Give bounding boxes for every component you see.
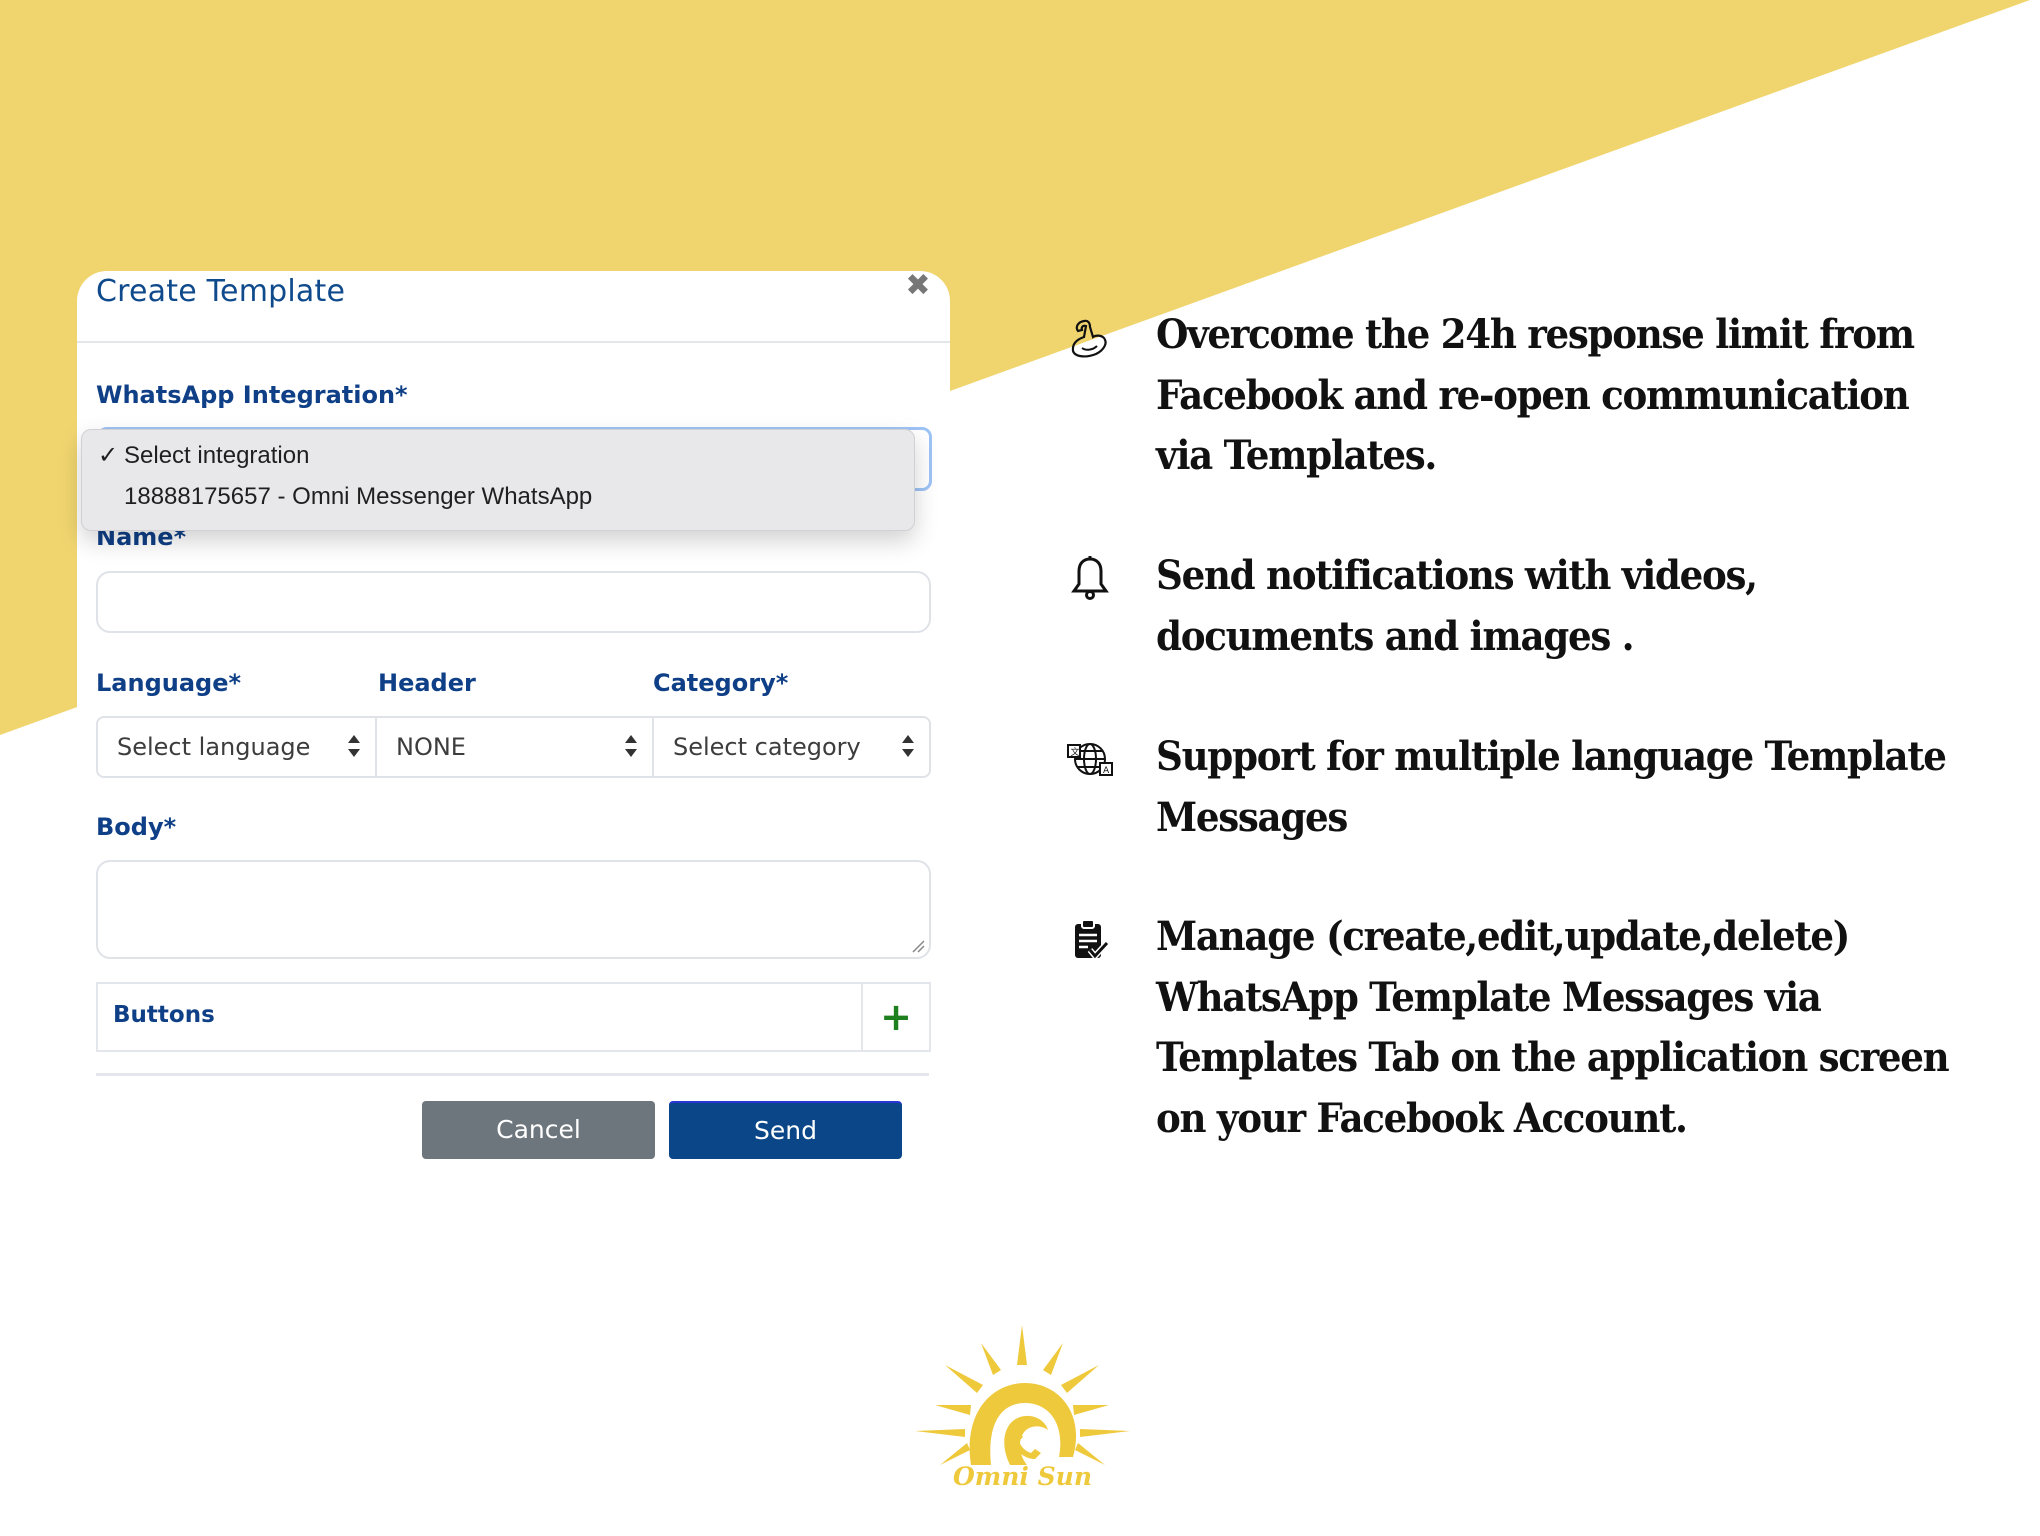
- feature-line: Manage (create,edit,update,delete): [1156, 913, 1850, 960]
- feature-line: Send notifications with videos,: [1156, 552, 1758, 599]
- checkmark-icon: ✓: [98, 442, 119, 469]
- clipboard-check-icon: [1075, 919, 1110, 961]
- body-textarea[interactable]: [96, 860, 931, 959]
- sort-arrows-icon: [625, 735, 637, 757]
- sort-arrows-icon: [348, 735, 360, 757]
- dropdown-option-omni-messenger[interactable]: 18888175657 - Omni Messenger WhatsApp: [98, 479, 592, 515]
- language-label: Language*: [96, 669, 242, 697]
- feature-line: WhatsApp Template Messages via: [1156, 973, 1822, 1021]
- create-template-modal: Create Template ✖ WhatsApp Integration* …: [77, 271, 950, 1171]
- flexed-bicep-icon: [1071, 319, 1107, 358]
- body-label: Body*: [96, 813, 177, 841]
- header-select-value: NONE: [396, 733, 466, 761]
- category-select[interactable]: Select category: [652, 718, 929, 776]
- category-label: Category*: [653, 669, 789, 697]
- feature-line: documents and images .: [1156, 612, 1635, 660]
- feature-line: Templates Tab on the application screen: [1156, 1034, 1950, 1081]
- header-select[interactable]: NONE: [375, 718, 652, 776]
- feature-line: Messages: [1156, 793, 1348, 841]
- resize-handle-icon[interactable]: [911, 939, 925, 953]
- send-button[interactable]: Send: [669, 1101, 902, 1159]
- name-input[interactable]: [96, 571, 931, 633]
- cancel-button[interactable]: Cancel: [422, 1101, 655, 1159]
- option-label: 18888175657 - Omni Messenger WhatsApp: [124, 483, 593, 510]
- feature-text: Manage (create,edit,update,delete) Whats…: [1156, 907, 1956, 1149]
- feature-line: on your Facebook Account.: [1156, 1094, 1688, 1142]
- feature-line: via Templates.: [1156, 432, 1437, 479]
- logo-text: Omni Sun: [952, 1462, 1092, 1491]
- modal-footer-divider: [96, 1073, 929, 1076]
- feature-text: Support for multiple language Template M…: [1156, 727, 1956, 848]
- category-select-value: Select category: [673, 733, 861, 761]
- integration-dropdown-menu: ✓ Select integration 18888175657 - Omni M…: [81, 429, 915, 531]
- svg-text:A: A: [1103, 766, 1110, 776]
- dropdown-option-select-integration[interactable]: ✓ Select integration: [98, 438, 309, 474]
- bell-icon: [1071, 556, 1109, 600]
- language-select[interactable]: Select language: [98, 718, 375, 776]
- modal-title: Create Template: [96, 274, 346, 309]
- feature-line: Overcome the 24h response limit from: [1156, 311, 1915, 358]
- sort-arrows-icon: [902, 735, 914, 757]
- sun-phone-logo-icon: [915, 1325, 1130, 1465]
- modal-header-divider: [77, 341, 950, 343]
- add-button-button[interactable]: +: [861, 984, 929, 1050]
- omni-sun-logo: Omni Sun: [915, 1325, 1130, 1500]
- select-row: Select language NONE Select category: [96, 716, 931, 778]
- globe-translate-icon: 文 A: [1067, 743, 1113, 776]
- buttons-label: Buttons: [113, 1002, 215, 1028]
- plus-icon: +: [880, 995, 912, 1039]
- feature-line: Facebook and re-open communication: [1156, 371, 1910, 419]
- close-icon[interactable]: ✖: [903, 271, 933, 301]
- feature-line: Support for multiple language Template: [1156, 733, 1947, 780]
- feature-text: Overcome the 24h response limit from Fac…: [1156, 305, 1956, 487]
- option-label: Select integration: [124, 442, 310, 469]
- feature-text: Send notifications with videos, document…: [1156, 546, 1956, 667]
- header-label: Header: [378, 669, 476, 697]
- buttons-section: Buttons +: [96, 982, 931, 1052]
- svg-text:文: 文: [1071, 746, 1080, 758]
- whatsapp-integration-label: WhatsApp Integration*: [96, 381, 408, 409]
- language-select-value: Select language: [117, 733, 311, 761]
